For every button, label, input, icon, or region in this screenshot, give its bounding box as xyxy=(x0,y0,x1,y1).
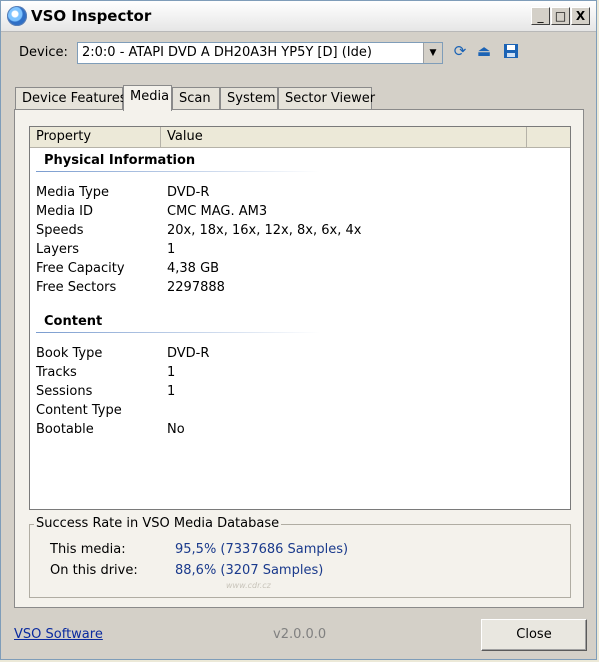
minimize-button[interactable]: _ xyxy=(531,7,550,25)
device-label: Device: xyxy=(19,45,68,60)
group-title-content: Content xyxy=(44,314,103,329)
property-name: Bootable xyxy=(36,422,94,437)
this-drive-label: On this drive: xyxy=(50,563,138,578)
tab-system[interactable]: System xyxy=(220,87,278,109)
eject-icon[interactable]: ⏏ xyxy=(474,41,494,61)
property-value: 1 xyxy=(167,384,176,399)
window-title: VSO Inspector xyxy=(31,7,152,25)
close-button[interactable]: Close xyxy=(481,619,587,651)
property-value: No xyxy=(167,422,185,437)
property-value: 20x, 18x, 16x, 12x, 8x, 6x, 4x xyxy=(167,223,362,238)
group-divider xyxy=(36,171,320,172)
save-icon[interactable] xyxy=(501,41,521,61)
property-name: Speeds xyxy=(36,223,84,238)
watermark-text: www.cdr.cz xyxy=(226,581,271,590)
property-value: 1 xyxy=(167,242,176,257)
property-name: Tracks xyxy=(36,365,77,380)
property-value: 2297888 xyxy=(167,280,225,295)
tab-scan[interactable]: Scan xyxy=(172,87,220,109)
vso-software-link[interactable]: VSO Software xyxy=(14,627,103,642)
success-rate-title: Success Rate in VSO Media Database xyxy=(34,516,282,531)
property-name: Sessions xyxy=(36,384,93,399)
success-rate-group: Success Rate in VSO Media Database This … xyxy=(29,516,571,598)
group-title-physical: Physical Information xyxy=(44,153,196,168)
property-value: CMC MAG. AM3 xyxy=(167,204,268,219)
list-header: Property Value xyxy=(30,127,570,148)
property-name: Free Sectors xyxy=(36,280,117,295)
app-window: VSO Inspector _ □ X Device: 2:0:0 - ATAP… xyxy=(0,0,597,660)
group-divider xyxy=(36,332,320,333)
property-name: Content Type xyxy=(36,403,122,418)
property-name: Media ID xyxy=(36,204,94,219)
column-header-value[interactable]: Value xyxy=(161,127,527,147)
property-name: Media Type xyxy=(36,185,110,200)
maximize-button[interactable]: □ xyxy=(551,7,570,25)
disc-icon xyxy=(7,6,27,26)
property-value: 4,38 GB xyxy=(167,261,220,276)
property-value: DVD-R xyxy=(167,185,210,200)
property-name: Book Type xyxy=(36,346,103,361)
version-label: v2.0.0.0 xyxy=(273,627,327,642)
title-bar[interactable]: VSO Inspector _ □ X xyxy=(1,1,596,32)
property-value: 1 xyxy=(167,365,176,380)
property-name: Free Capacity xyxy=(36,261,125,276)
chevron-down-icon[interactable]: ▼ xyxy=(423,43,442,63)
this-media-value: 95,5% (7337686 Samples) xyxy=(175,542,349,557)
device-select[interactable]: 2:0:0 - ATAPI DVD A DH20A3H YP5Y [D] (Id… xyxy=(77,42,443,64)
property-list[interactable]: Property Value Physical Information Medi… xyxy=(29,126,571,510)
this-drive-value: 88,6% (3207 Samples) xyxy=(175,563,324,578)
tab-device-features[interactable]: Device Features xyxy=(15,87,127,109)
tab-sector-viewer[interactable]: Sector Viewer xyxy=(278,87,375,109)
close-window-button[interactable]: X xyxy=(571,7,590,25)
property-value: DVD-R xyxy=(167,346,210,361)
tab-media[interactable]: Media xyxy=(123,85,172,111)
media-panel: Property Value Physical Information Medi… xyxy=(14,109,584,608)
this-media-label: This media: xyxy=(50,542,126,557)
device-select-value: 2:0:0 - ATAPI DVD A DH20A3H YP5Y [D] (Id… xyxy=(82,45,372,60)
column-header-property[interactable]: Property xyxy=(30,127,161,147)
property-name: Layers xyxy=(36,242,80,257)
refresh-icon[interactable]: ⟳ xyxy=(450,41,470,61)
